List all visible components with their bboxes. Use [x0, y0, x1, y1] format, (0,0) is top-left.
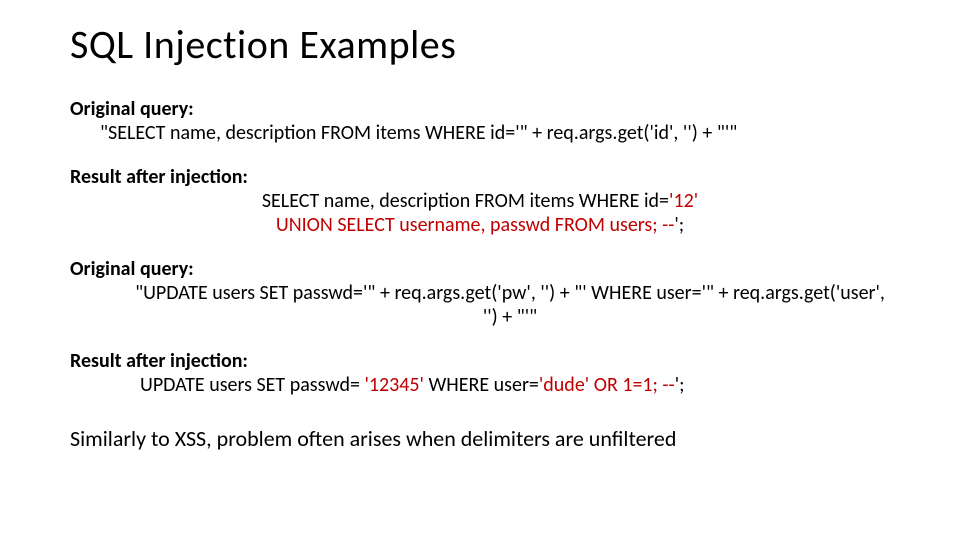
result2-red1: '12345' [364, 373, 424, 397]
result2-post: '; [675, 373, 685, 397]
footer-note: Similarly to XSS, problem often arises w… [70, 425, 890, 452]
result1-pre: SELECT name, description FROM items WHER… [262, 189, 669, 213]
code-original-2: "UPDATE users SET passwd='" + req.args.g… [70, 281, 890, 329]
block-result-2: Result after injection: UPDATE users SET… [70, 349, 890, 397]
label-result-1: Result after injection: [70, 165, 890, 189]
result2-pre: UPDATE users SET passwd= [140, 373, 364, 397]
block-result-1: Result after injection: SELECT name, des… [70, 165, 890, 237]
label-original-1: Original query: [70, 97, 890, 121]
result1-red2: UNION SELECT username, passwd FROM users… [276, 213, 675, 237]
result2-red2: 'dude' OR 1=1; -- [539, 373, 675, 397]
code-result-1-line2: UNION SELECT username, passwd FROM users… [70, 213, 890, 237]
code-result-2: UPDATE users SET passwd= '12345' WHERE u… [70, 373, 890, 397]
block-original-query-2: Original query: "UPDATE users SET passwd… [70, 257, 890, 329]
result2-mid: WHERE user= [424, 373, 539, 397]
label-result-2: Result after injection: [70, 349, 890, 373]
code-original-1: "SELECT name, description FROM items WHE… [70, 121, 890, 145]
code-result-1-line1: SELECT name, description FROM items WHER… [70, 189, 890, 213]
block-original-query-1: Original query: "SELECT name, descriptio… [70, 97, 890, 145]
label-original-2: Original query: [70, 257, 890, 281]
slide-title: SQL Injection Examples [70, 20, 890, 69]
result1-red1: '12' [669, 189, 698, 213]
slide: SQL Injection Examples Original query: "… [0, 0, 960, 452]
result1-post: '; [674, 213, 684, 237]
